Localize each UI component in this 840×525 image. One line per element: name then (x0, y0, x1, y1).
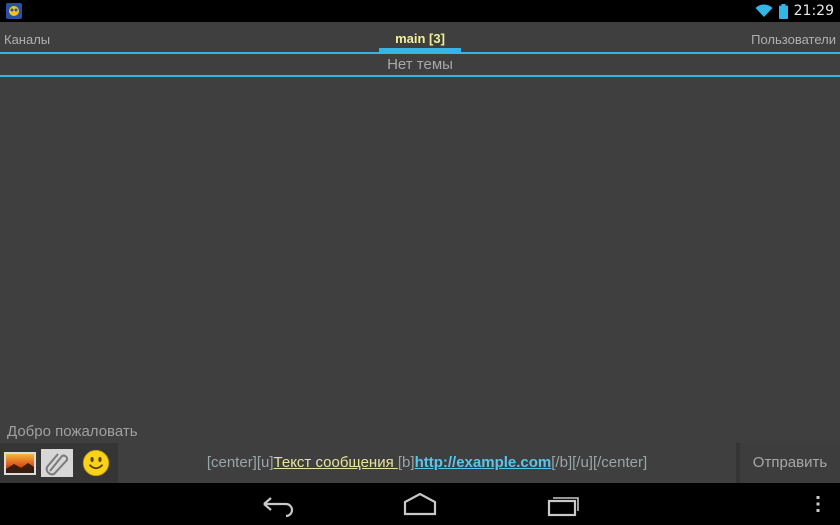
message-input[interactable]: [center][u]Текст сообщения [b]http://exa… (118, 443, 736, 483)
tab-users[interactable]: Пользователи (751, 32, 836, 47)
chat-message-area[interactable]: Добро пожаловать (0, 78, 840, 443)
navigation-bar (0, 483, 840, 525)
send-button[interactable]: Отправить (740, 443, 840, 483)
back-icon[interactable] (258, 491, 298, 517)
message-composer: [center][u]Текст сообщения [b]http://exa… (0, 443, 840, 483)
input-tag-open: [center][u] (206, 454, 274, 471)
overflow-menu-icon[interactable] (812, 493, 824, 515)
tab-main[interactable]: main [3] (380, 31, 460, 46)
status-bar: 21:29 (0, 0, 840, 22)
wifi-icon (755, 4, 773, 17)
photo-icon[interactable] (4, 449, 36, 477)
home-icon[interactable] (400, 491, 440, 517)
input-tag-bold: [b] (397, 454, 415, 471)
input-tag-close: [/b][/u][/center] (551, 454, 648, 471)
recent-apps-icon[interactable] (543, 491, 583, 517)
attach-paperclip-icon[interactable] (41, 449, 73, 477)
tab-header: Каналы main [3] Пользователи (0, 22, 840, 52)
clock: 21:29 (793, 3, 834, 19)
smiley-icon[interactable] (80, 449, 112, 477)
app-icon (6, 3, 22, 19)
tab-channels[interactable]: Каналы (4, 32, 50, 47)
channel-topic: Нет темы (387, 56, 453, 73)
topic-divider (0, 75, 840, 77)
welcome-message: Добро пожаловать (7, 423, 138, 440)
battery-icon (778, 3, 788, 19)
input-message-text: Текст сообщения (273, 454, 398, 471)
input-link: http://example.com (414, 454, 552, 471)
